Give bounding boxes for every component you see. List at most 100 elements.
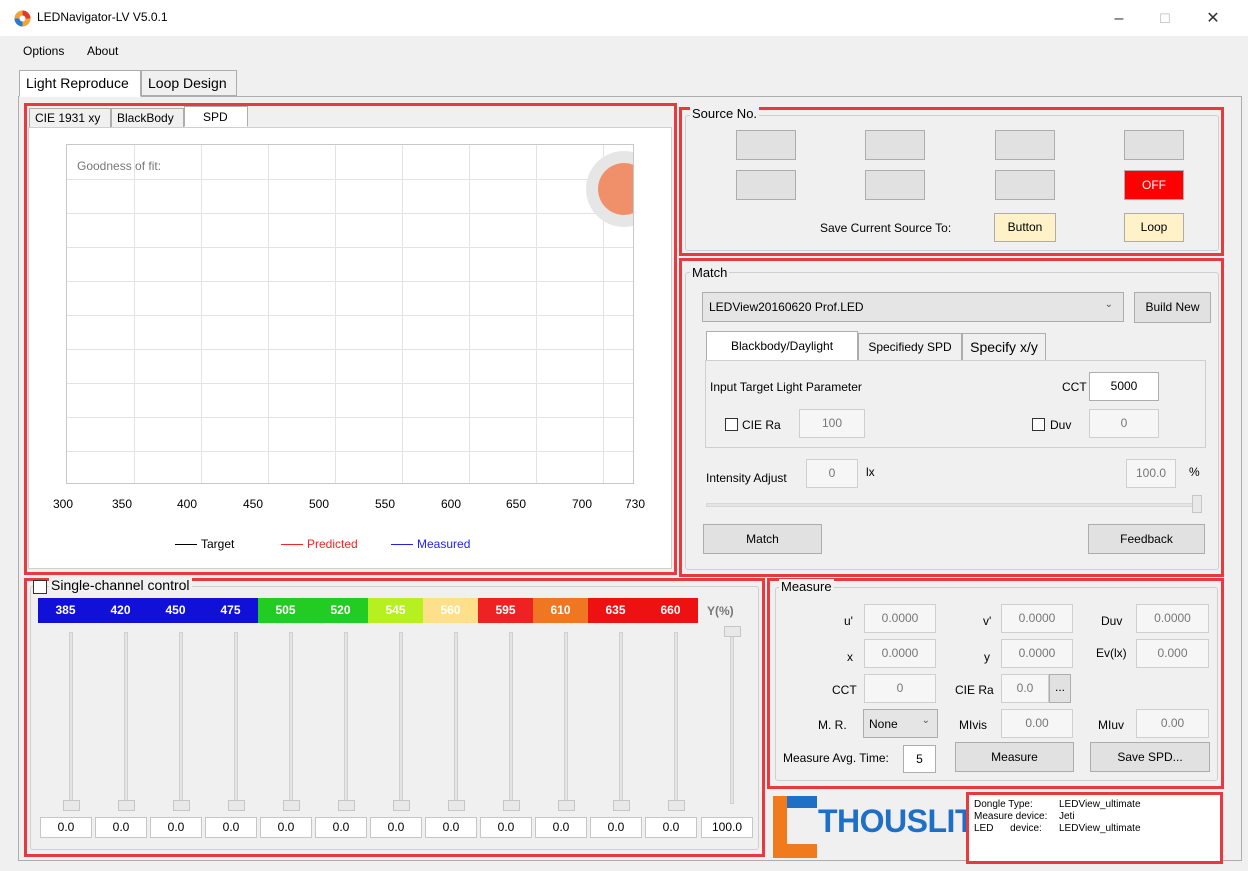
source-off-button[interactable]: OFF [1124,170,1184,200]
y-value[interactable]: 100.0 [701,817,753,838]
source-button-4[interactable] [1124,130,1184,160]
y-slider-thumb[interactable] [724,626,741,637]
save-spd-button[interactable]: Save SPD... [1090,742,1210,772]
channel-value[interactable]: 0.0 [95,817,147,838]
measure-device-value: Jeti [1059,811,1075,822]
channel-value[interactable]: 0.0 [205,817,257,838]
y-slider-track[interactable] [730,632,734,804]
channel-slider-track[interactable] [69,632,73,804]
channel-slider-thumb[interactable] [228,800,245,811]
channel-value[interactable]: 0.0 [150,817,202,838]
led-device-value: LEDView_ultimate [1059,823,1141,834]
channel-value[interactable]: 0.0 [260,817,312,838]
channel-slider-thumb[interactable] [63,800,80,811]
save-to-loop-button[interactable]: Loop [1124,213,1184,242]
channel-slider-thumb[interactable] [613,800,630,811]
channel-label: 420 [93,598,148,623]
x-tick: 700 [571,497,593,511]
intensity-percent-input[interactable]: 100.0 [1126,459,1176,488]
duv-input[interactable]: 0 [1089,409,1159,438]
channel-value[interactable]: 0.0 [315,817,367,838]
channel-value[interactable]: 0.0 [425,817,477,838]
x-tick: 300 [52,497,74,511]
channel-slider-track[interactable] [619,632,623,804]
channel-slider-thumb[interactable] [283,800,300,811]
mr-dropdown[interactable]: None ⌄ [863,709,938,738]
menu-about[interactable]: About [87,44,118,58]
channel-value[interactable]: 0.0 [370,817,422,838]
intensity-unit: lx [866,465,875,479]
channel-label: 520 [313,598,368,623]
source-button-1[interactable] [736,130,796,160]
mr-value: None [869,717,898,731]
close-button[interactable]: ✕ [1198,6,1228,32]
tab-light-reproduce[interactable]: Light Reproduce [19,70,141,97]
channel-slider-thumb[interactable] [448,800,465,811]
duv-checkbox[interactable] [1032,418,1045,431]
measure-avg-time-input[interactable]: 5 [903,745,936,773]
channel-slider-track[interactable] [454,632,458,804]
intensity-input[interactable]: 0 [806,459,858,488]
channel-slider-track[interactable] [179,632,183,804]
feedback-button[interactable]: Feedback [1088,524,1205,554]
legend-predicted: Predicted [307,537,358,551]
channel-slider-track[interactable] [234,632,238,804]
dongle-type-label: Dongle Type: [974,799,1033,810]
tab-specify-xy[interactable]: Specify x/y [962,333,1046,361]
channel-slider-thumb[interactable] [668,800,685,811]
tab-specified-spd[interactable]: Specifiedy SPD [858,333,962,361]
channel-slider-track[interactable] [344,632,348,804]
percent-unit: % [1189,465,1200,479]
channel-slider-track[interactable] [509,632,513,804]
legend-predicted-line [281,544,303,545]
legend-measured-line [391,544,413,545]
y-percent-label: Y(%) [707,604,734,618]
source-button-7[interactable] [995,170,1055,200]
window-title: LEDNavigator-LV V5.0.1 [37,10,168,24]
measure-button[interactable]: Measure [955,742,1074,772]
intensity-slider-track[interactable] [706,503,1198,507]
maximize-button[interactable]: ☐ [1150,6,1180,32]
cie-ra-input[interactable]: 100 [799,409,865,438]
channel-value[interactable]: 0.0 [590,817,642,838]
channel-slider-track[interactable] [564,632,568,804]
led-file-dropdown[interactable]: LEDView20160620 Prof.LED ⌄ [702,292,1124,322]
channel-slider-thumb[interactable] [173,800,190,811]
cie-ra-details-button[interactable]: ... [1049,674,1071,703]
tab-blackbody-daylight[interactable]: Blackbody/Daylight [706,331,858,361]
tab-cie1931[interactable]: CIE 1931 xy [29,108,111,128]
source-button-5[interactable] [736,170,796,200]
dongle-info-panel: Dongle Type: LEDView_ultimate Measure de… [966,792,1223,864]
tab-blackbody[interactable]: BlackBody [111,108,184,128]
source-button-3[interactable] [995,130,1055,160]
single-channel-checkbox[interactable] [33,580,47,594]
intensity-slider-thumb[interactable] [1192,495,1202,513]
chevron-down-icon: ⌄ [1104,299,1113,310]
channel-slider-thumb[interactable] [558,800,575,811]
save-to-button[interactable]: Button [994,213,1056,242]
channel-value[interactable]: 0.0 [480,817,532,838]
channel-value[interactable]: 0.0 [645,817,697,838]
minimize-button[interactable]: – [1104,6,1134,32]
menu-options[interactable]: Options [23,44,64,58]
tab-spd[interactable]: SPD [184,106,248,127]
tab-loop-design[interactable]: Loop Design [141,70,237,96]
channel-slider-track[interactable] [674,632,678,804]
channel-slider-thumb[interactable] [393,800,410,811]
channel-value[interactable]: 0.0 [40,817,92,838]
cct-input[interactable]: 5000 [1089,372,1159,401]
build-new-button[interactable]: Build New [1134,292,1211,323]
channel-label: 595 [478,598,533,623]
source-button-2[interactable] [865,130,925,160]
mivis-value: 0.00 [1001,709,1073,738]
channel-slider-thumb[interactable] [338,800,355,811]
channel-slider-thumb[interactable] [503,800,520,811]
channel-slider-track[interactable] [124,632,128,804]
channel-value[interactable]: 0.0 [535,817,587,838]
channel-slider-track[interactable] [399,632,403,804]
cie-ra-checkbox[interactable] [725,418,738,431]
match-button[interactable]: Match [703,524,822,554]
channel-slider-thumb[interactable] [118,800,135,811]
source-button-6[interactable] [865,170,925,200]
channel-slider-track[interactable] [289,632,293,804]
